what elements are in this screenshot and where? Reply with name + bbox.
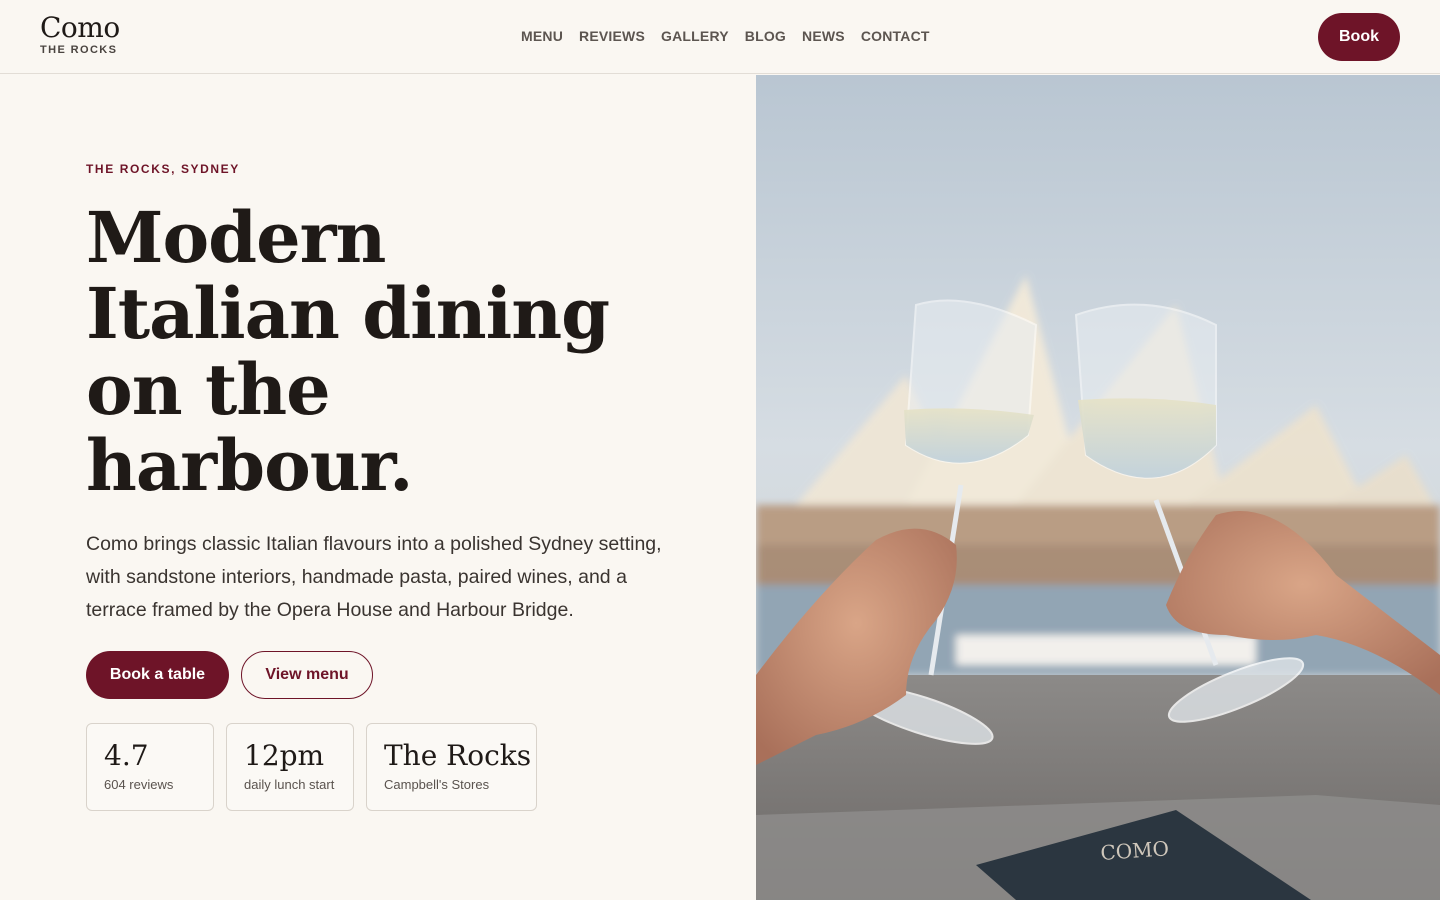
- stat-value: 4.7: [104, 739, 149, 772]
- site-header: Como THE ROCKS MENU REVIEWS GALLERY BLOG…: [0, 0, 1440, 74]
- book-table-button[interactable]: Book a table: [86, 651, 229, 699]
- nav-item-contact[interactable]: CONTACT: [861, 26, 930, 46]
- headline-line: Modern: [86, 196, 386, 279]
- stat-card-rating: 4.7 604 reviews: [86, 723, 214, 811]
- stat-card-location: The Rocks Campbell's Stores: [366, 723, 537, 811]
- nav-item-menu[interactable]: MENU: [521, 26, 563, 46]
- stat-label: Campbell's Stores: [384, 777, 490, 792]
- stat-label: daily lunch start: [244, 777, 335, 792]
- logo-wordmark: Como: [40, 11, 120, 44]
- stat-card-hours: 12pm daily lunch start: [226, 723, 354, 811]
- logo-subtitle: THE ROCKS: [40, 44, 118, 56]
- stat-label: 604 reviews: [104, 777, 174, 792]
- menu-book-logo: COMO: [1100, 836, 1170, 865]
- nav-item-gallery[interactable]: GALLERY: [661, 26, 729, 46]
- main-nav: MENU REVIEWS GALLERY BLOG NEWS CONTACT: [521, 26, 930, 46]
- book-button[interactable]: Book: [1318, 13, 1400, 61]
- headline-line: harbour.: [86, 424, 413, 507]
- nav-item-blog[interactable]: BLOG: [745, 26, 786, 46]
- logo[interactable]: Como THE ROCKS: [40, 11, 120, 57]
- stat-value: The Rocks: [384, 739, 532, 772]
- hero-photo-illustration: COMO: [756, 75, 1440, 900]
- view-menu-button[interactable]: View menu: [241, 651, 373, 699]
- nav-item-reviews[interactable]: REVIEWS: [579, 26, 645, 46]
- location-eyebrow: THE ROCKS, SYDNEY: [86, 162, 240, 176]
- hero-photo: COMO: [756, 75, 1440, 900]
- headline-line: Italian dining: [86, 272, 610, 355]
- page-title: Modern Italian dining on the harbour.: [86, 200, 686, 504]
- nav-item-news[interactable]: NEWS: [802, 26, 845, 46]
- stat-value: 12pm: [244, 739, 325, 772]
- intro-paragraph: Como brings classic Italian flavours int…: [86, 533, 662, 621]
- headline-line: on the: [86, 348, 331, 431]
